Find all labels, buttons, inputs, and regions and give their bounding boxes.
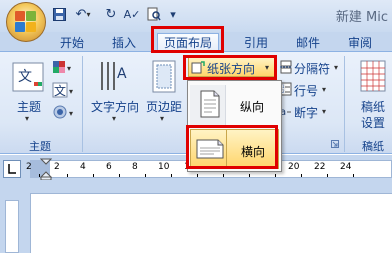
text-direction-icon[interactable]: A (98, 60, 128, 97)
line-numbers-label[interactable]: 行号 (294, 82, 318, 99)
theme-fonts-icon[interactable]: 文 ▾ (52, 82, 78, 101)
breaks-arrow[interactable]: ▾ (334, 63, 338, 72)
svg-text:▾: ▾ (69, 87, 73, 96)
ruler-tick (39, 174, 40, 177)
ruler-tick (67, 174, 68, 177)
tab-insert[interactable]: 插入 (104, 34, 144, 52)
ruler-tick (119, 174, 120, 177)
ruler-number: 8 (132, 162, 138, 172)
margins-arrow[interactable]: ▾ (160, 114, 164, 123)
window-title: 新建 Mic (335, 10, 388, 25)
indent-marker-icon[interactable] (39, 158, 53, 183)
office-button[interactable] (6, 2, 46, 42)
orientation-button-highlight (183, 55, 277, 80)
ruler-number: 2 (54, 162, 60, 172)
ruler-tick (223, 174, 224, 177)
ruler-tick (197, 174, 198, 177)
page-layout-tab-highlight (151, 26, 224, 53)
manuscript-icon[interactable] (360, 60, 386, 95)
line-numbers-arrow[interactable]: ▾ (322, 85, 326, 94)
text-direction-arrow[interactable]: ▾ (112, 114, 116, 123)
svg-text:文: 文 (54, 83, 66, 98)
hyphenation-arrow[interactable]: ▾ (322, 107, 326, 116)
ruler-tick (249, 174, 250, 177)
ruler-number: 24 (340, 162, 352, 172)
group-separator (82, 56, 83, 152)
theme-effects-icon[interactable]: ▾ (52, 104, 78, 123)
undo-icon[interactable]: ↶ ▾ (72, 5, 94, 23)
theme-colors-icon[interactable]: ▾ (52, 60, 74, 77)
page-setup-dialog-launcher-icon[interactable] (331, 138, 339, 151)
customize-qat-icon[interactable]: ▾ (168, 5, 178, 23)
vertical-ruler[interactable] (5, 200, 19, 253)
text-direction-label[interactable]: 文字方向 (90, 98, 140, 115)
portrait-page-icon (200, 90, 220, 121)
landscape-highlight (186, 125, 278, 169)
ruler-number: 2 (26, 162, 32, 172)
office-logo-icon (15, 11, 37, 33)
spellcheck-icon[interactable]: A✓ (124, 5, 141, 23)
ruler-tick (301, 174, 302, 177)
ruler-tick (171, 174, 172, 177)
group-separator (344, 56, 345, 152)
save-icon[interactable] (52, 5, 66, 23)
themes-icon[interactable]: 文 (12, 62, 44, 95)
tab-home[interactable]: 开始 (52, 34, 92, 52)
redo-icon[interactable]: ↻ (104, 5, 118, 23)
document-page[interactable] (30, 193, 392, 253)
ruler-number: 10 (158, 162, 170, 172)
svg-text:▾: ▾ (67, 64, 71, 73)
ruler-tick (275, 174, 276, 177)
tab-selector-button[interactable] (3, 160, 21, 178)
margins-label[interactable]: 页边距 (142, 98, 186, 115)
themes-group-label: 主题 (29, 140, 51, 153)
print-preview-icon[interactable] (146, 5, 162, 23)
tab-review[interactable]: 审阅 (340, 34, 380, 52)
svg-text:文: 文 (18, 69, 32, 85)
tab-references[interactable]: 引用 (236, 34, 276, 52)
ruler-number: 22 (314, 162, 326, 172)
ruler-number: 6 (106, 162, 112, 172)
margins-icon[interactable] (152, 60, 176, 97)
hyphenation-label[interactable]: 断字 (294, 104, 318, 121)
ruler-number: 20 (288, 162, 300, 172)
tab-mailings[interactable]: 邮件 (288, 34, 328, 52)
svg-text:A: A (117, 66, 127, 82)
breaks-label[interactable]: 分隔符 (294, 60, 330, 77)
ruler-tick (353, 174, 354, 177)
portrait-menu-item[interactable]: 纵向 (190, 85, 279, 125)
themes-dropdown-arrow[interactable]: ▾ (25, 114, 29, 123)
manuscript-group-label: 稿纸 (362, 140, 384, 153)
portrait-label: 纵向 (240, 100, 265, 114)
ruler-tick (145, 174, 146, 177)
ruler-tick (93, 174, 94, 177)
ruler-tick (327, 174, 328, 177)
themes-label[interactable]: 主题 (14, 98, 44, 115)
manuscript-label-2[interactable]: 设置 (358, 114, 388, 131)
ruler-number: 4 (80, 162, 86, 172)
svg-text:▾: ▾ (69, 109, 73, 118)
breaks-icon[interactable] (280, 60, 292, 77)
manuscript-label-1[interactable]: 稿纸 (358, 98, 388, 115)
